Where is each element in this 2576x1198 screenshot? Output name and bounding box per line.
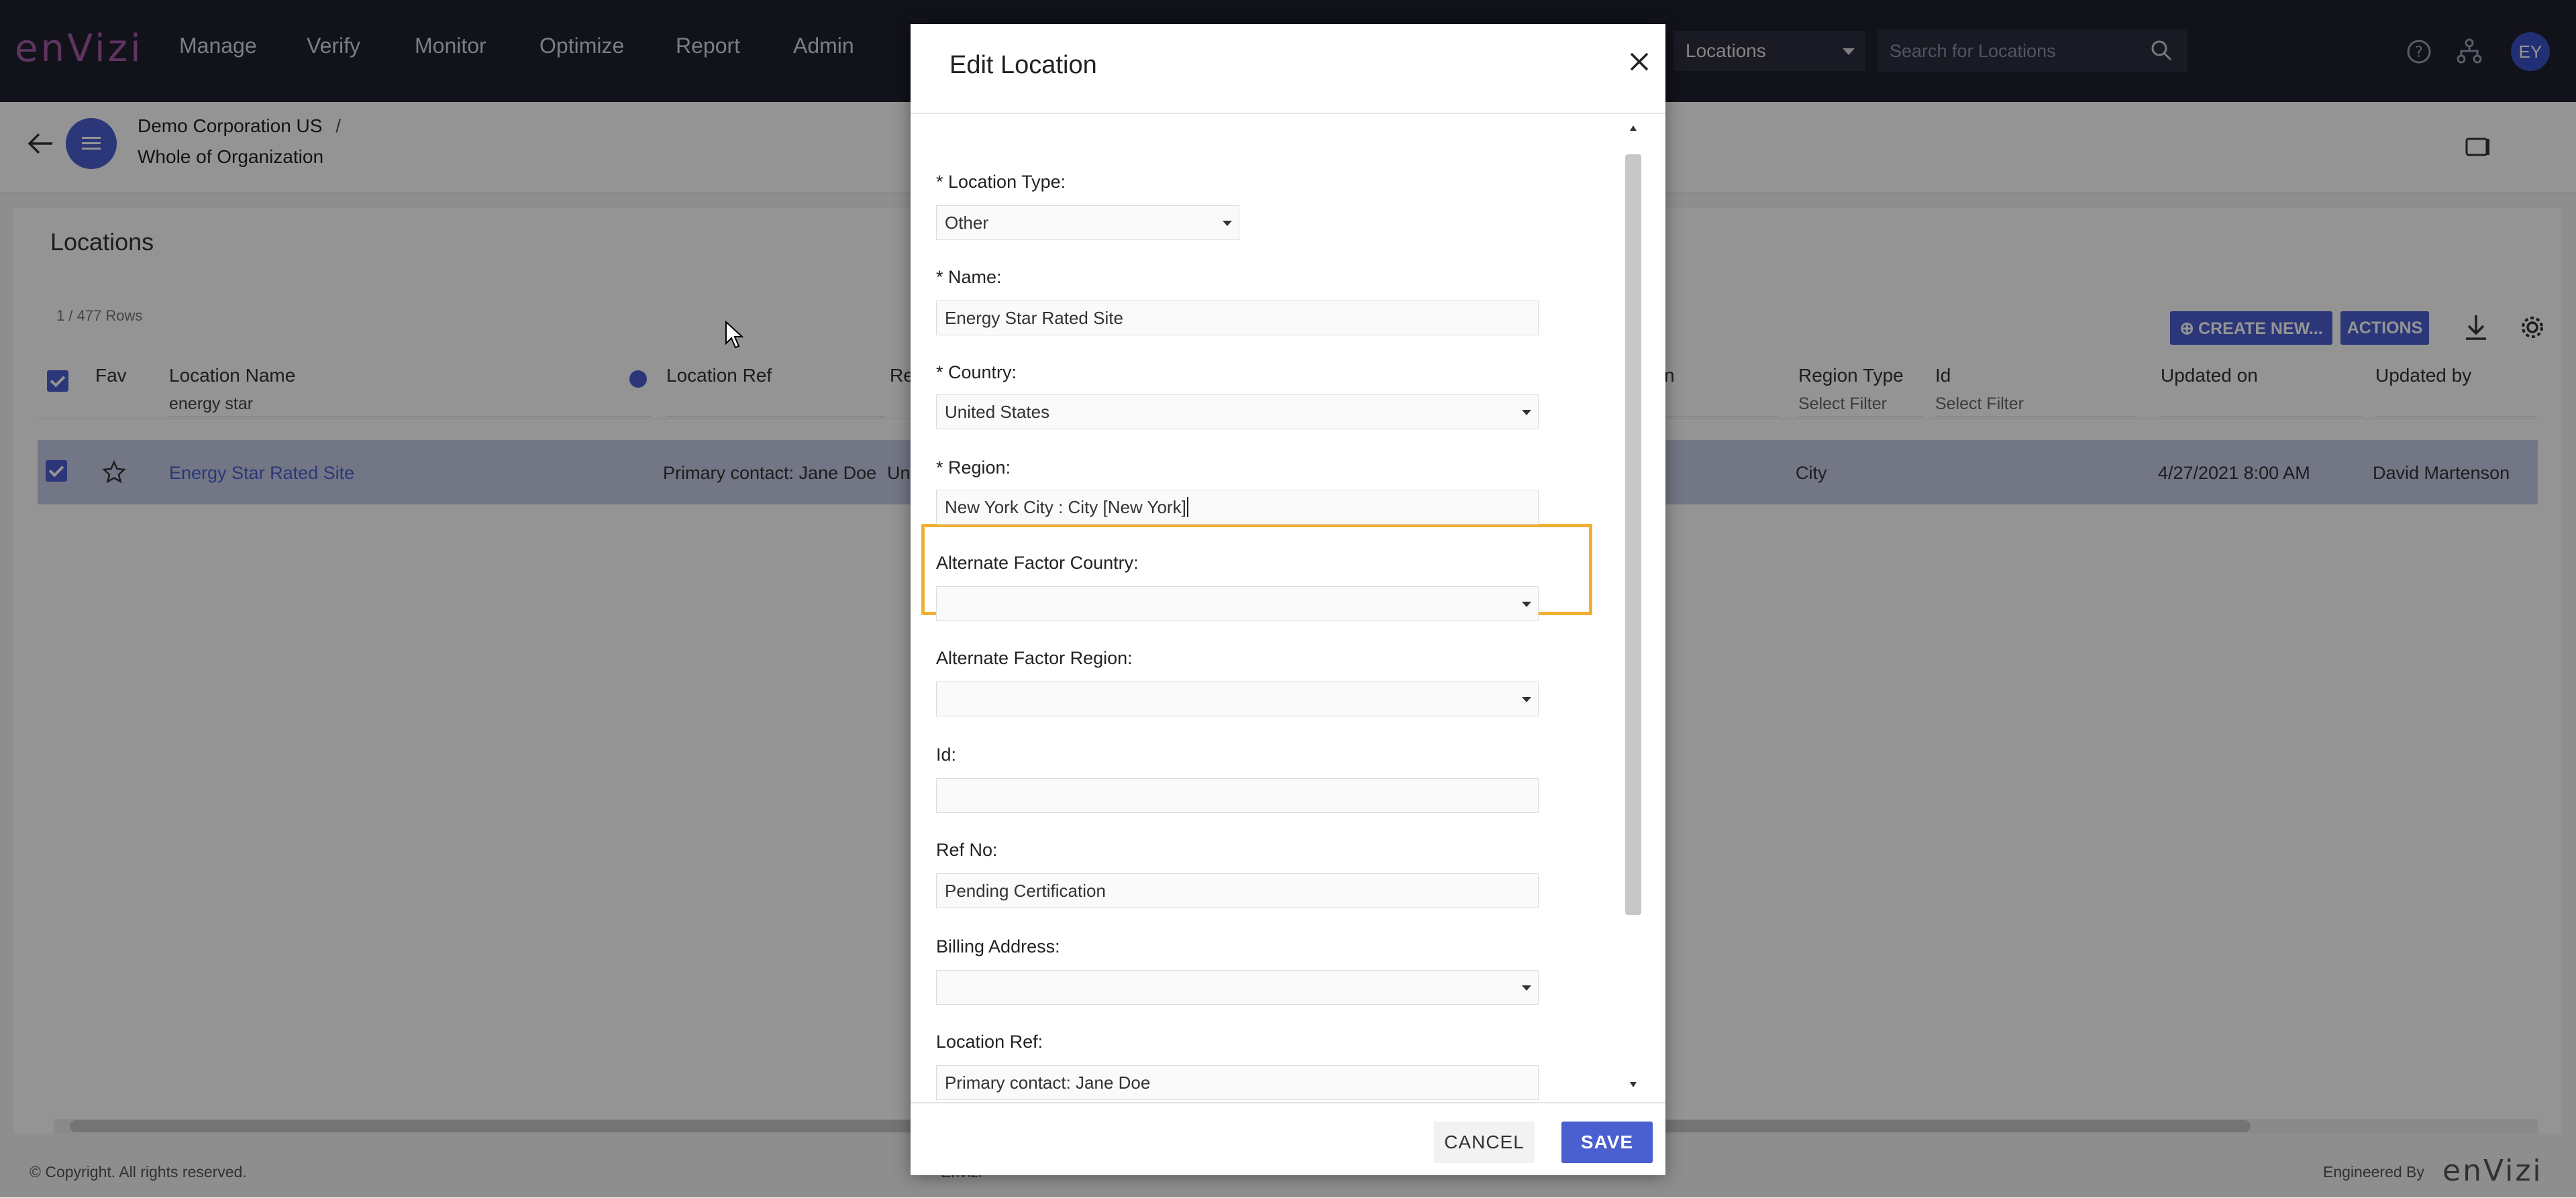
location-type-label: * Location Type: xyxy=(936,172,1066,192)
text-caret xyxy=(1186,497,1188,517)
save-button[interactable]: SAVE xyxy=(1561,1122,1653,1163)
edit-location-dialog: Edit Location * Location Type: Other * N… xyxy=(911,24,1665,1175)
scroll-up-icon[interactable] xyxy=(1629,125,1637,131)
mouse-cursor-icon xyxy=(725,321,744,349)
chevron-down-icon xyxy=(1522,985,1531,991)
billing-address-label: Billing Address: xyxy=(936,936,1060,957)
chevron-down-icon xyxy=(1522,697,1531,702)
cancel-button[interactable]: CANCEL xyxy=(1434,1122,1535,1163)
alt-factor-country-select[interactable] xyxy=(936,586,1539,621)
scroll-down-icon[interactable] xyxy=(1629,1081,1637,1088)
dialog-vertical-scrollbar[interactable] xyxy=(1624,121,1643,1093)
billing-address-select[interactable] xyxy=(936,970,1539,1005)
id-field[interactable] xyxy=(936,778,1539,813)
location-ref-field[interactable]: Primary contact: Jane Doe xyxy=(936,1065,1539,1100)
alt-factor-region-select[interactable] xyxy=(936,682,1539,716)
close-icon[interactable] xyxy=(1626,48,1653,75)
dialog-scrollbar-thumb[interactable] xyxy=(1625,154,1641,915)
country-value: United States xyxy=(945,402,1050,422)
chevron-down-icon xyxy=(1223,221,1232,226)
name-label: * Name: xyxy=(936,267,1002,287)
alt-factor-country-label: Alternate Factor Country: xyxy=(936,553,1139,573)
alt-factor-region-label: Alternate Factor Region: xyxy=(936,648,1133,668)
location-type-value: Other xyxy=(945,213,989,233)
dialog-footer: CANCEL SAVE xyxy=(911,1102,1665,1175)
chevron-down-icon xyxy=(1522,602,1531,607)
dialog-title: Edit Location xyxy=(949,51,1097,79)
ref-no-label: Ref No: xyxy=(936,840,998,860)
chevron-down-icon xyxy=(1522,410,1531,415)
ref-no-field[interactable]: Pending Certification xyxy=(936,873,1539,908)
location-type-select[interactable]: Other xyxy=(936,205,1239,240)
dialog-form: * Location Type: Other * Name: Energy St… xyxy=(911,114,1665,1102)
country-select[interactable]: United States xyxy=(936,394,1539,429)
region-field[interactable]: New York City : City [New York] xyxy=(936,490,1539,525)
id-label: Id: xyxy=(936,745,957,765)
region-label: * Region: xyxy=(936,457,1011,478)
country-label: * Country: xyxy=(936,362,1017,382)
location-ref-label: Location Ref: xyxy=(936,1032,1043,1052)
name-field[interactable]: Energy Star Rated Site xyxy=(936,301,1539,335)
region-value: New York City : City [New York] xyxy=(945,497,1186,517)
